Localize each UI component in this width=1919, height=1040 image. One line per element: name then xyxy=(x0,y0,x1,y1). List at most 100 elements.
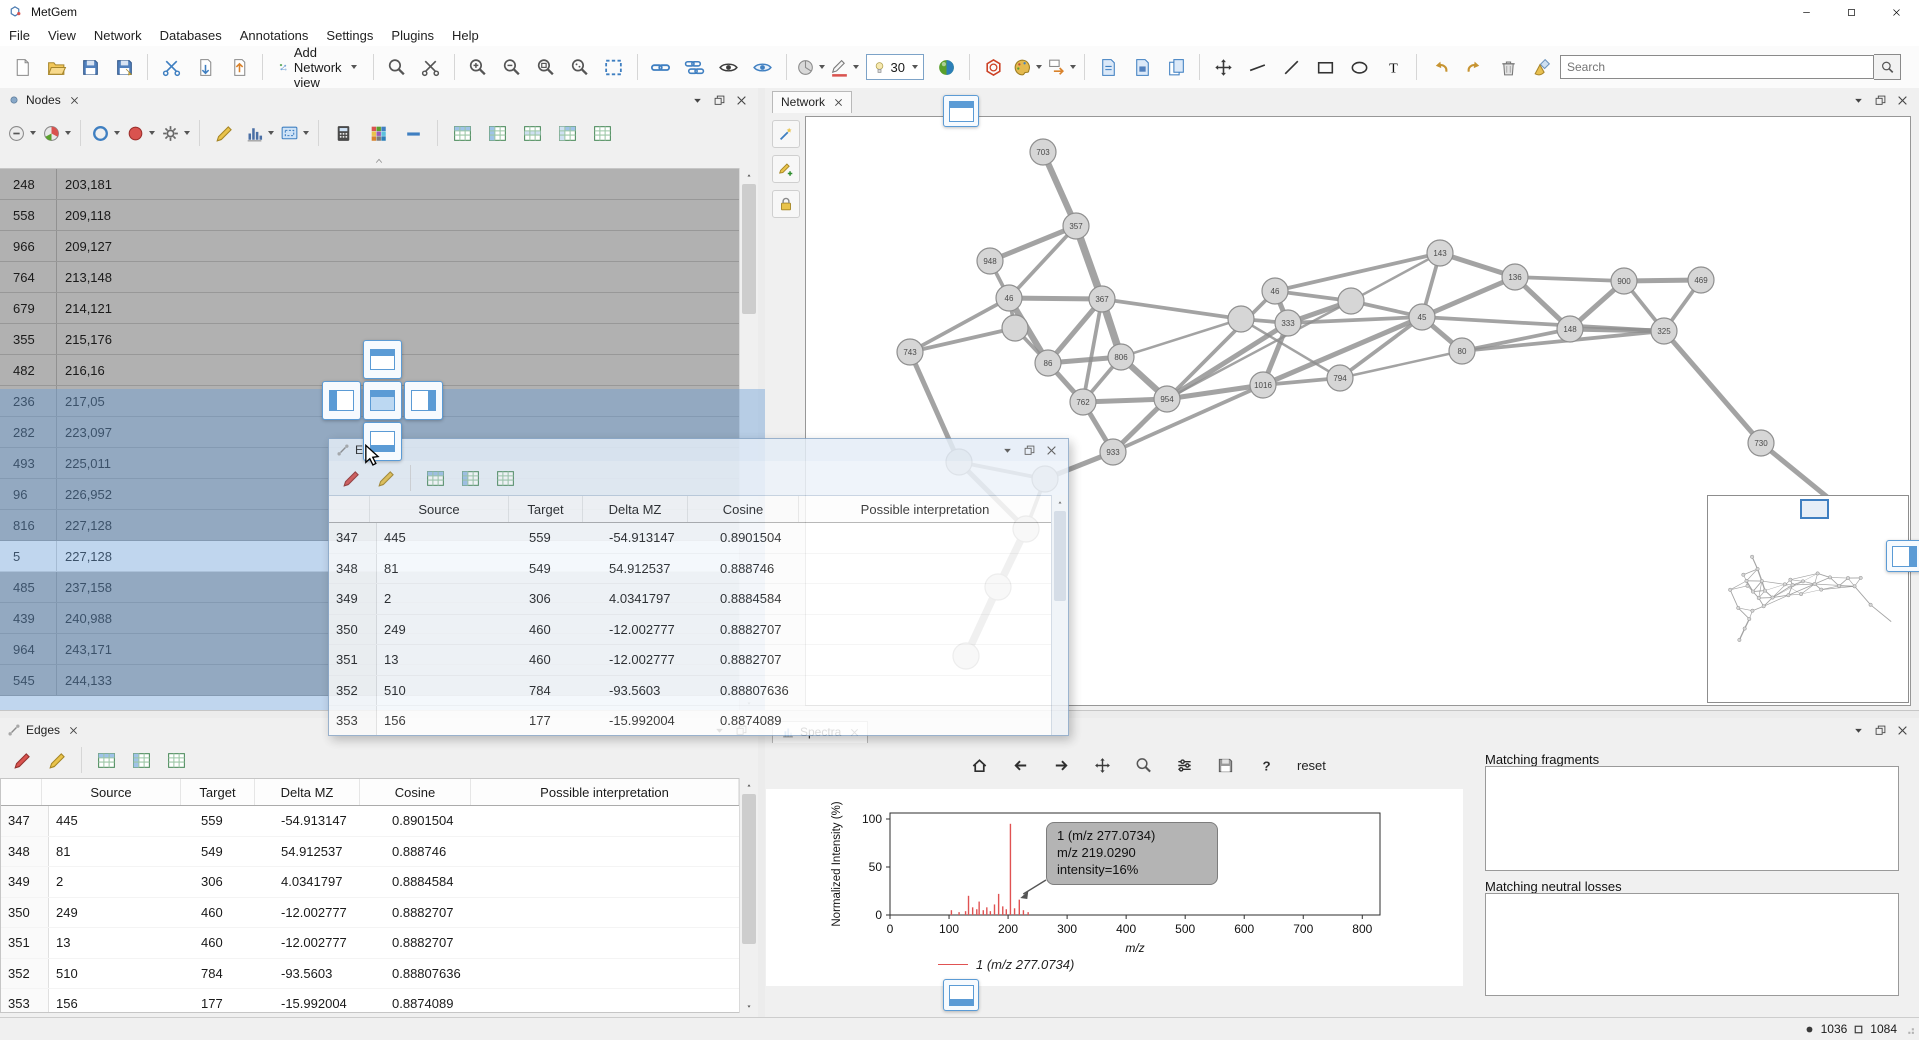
eye-dark-button[interactable] xyxy=(713,51,745,83)
graph-node[interactable]: 325 xyxy=(1651,318,1677,344)
dropdown-arrow-icon[interactable] xyxy=(303,131,309,135)
edges-table-row[interactable]: 34923064.03417970.8884584 xyxy=(1,867,739,898)
cell-c1[interactable]: 2 xyxy=(49,867,194,897)
menu-help[interactable]: Help xyxy=(443,26,488,45)
edges-table-row[interactable]: 347445559-54.9131470.8901504 xyxy=(329,523,1052,554)
annotate-button[interactable] xyxy=(772,155,800,183)
cell-c2[interactable]: 460 xyxy=(194,898,274,928)
cell-c1[interactable]: 2 xyxy=(377,584,522,614)
cell-c4[interactable]: 0.8874089 xyxy=(385,989,502,1013)
links-button[interactable] xyxy=(679,51,711,83)
text-button[interactable]: T xyxy=(1377,51,1409,83)
graph-node[interactable]: 1016 xyxy=(1250,372,1276,398)
node-mz-value[interactable]: 213,148 xyxy=(57,262,740,292)
minimap-viewport[interactable] xyxy=(1800,499,1829,519)
cell-c3[interactable]: -54.913147 xyxy=(602,523,713,553)
node-row-id[interactable]: 966 xyxy=(0,231,57,261)
node-row-id[interactable]: 764 xyxy=(0,262,57,292)
graph-node[interactable]: 86 xyxy=(1035,350,1061,376)
chart-bars-button[interactable] xyxy=(243,116,275,150)
floating-close-icon[interactable] xyxy=(1046,445,1057,456)
table-headers-button[interactable] xyxy=(446,116,478,150)
cell-c5[interactable] xyxy=(502,928,739,958)
scroll-up-button[interactable] xyxy=(740,778,758,792)
save-edit-button[interactable] xyxy=(108,51,140,83)
node-row-id[interactable]: 558 xyxy=(0,200,57,230)
menu-view[interactable]: View xyxy=(39,26,85,45)
link-button[interactable] xyxy=(645,51,677,83)
cell-c2[interactable]: 460 xyxy=(522,615,602,645)
eye-blue-button[interactable] xyxy=(747,51,779,83)
dropdown-arrow-icon[interactable] xyxy=(184,131,190,135)
pencil-red-button[interactable] xyxy=(335,462,367,494)
cell-c1[interactable]: 156 xyxy=(377,706,522,735)
calculator-button[interactable] xyxy=(327,116,359,150)
graph-node[interactable]: 46 xyxy=(996,285,1022,311)
graph-node[interactable]: 794 xyxy=(1327,365,1353,391)
pie-colors-button[interactable] xyxy=(40,116,72,150)
cell-c3[interactable]: -12.002777 xyxy=(274,928,385,958)
nodes-collapse-strip[interactable] xyxy=(0,154,758,168)
spectra-dock-float-icon[interactable] xyxy=(1875,725,1886,736)
doc-save-blue-button[interactable] xyxy=(1126,51,1158,83)
open-folder-button[interactable] xyxy=(40,51,72,83)
scissors-dark-button[interactable] xyxy=(415,51,447,83)
cell-c0[interactable]: 352 xyxy=(1,959,49,989)
nodes-table-row[interactable]: 966209,127 xyxy=(0,231,740,262)
cell-c4[interactable]: 0.8901504 xyxy=(385,806,502,836)
floating-scrollbar[interactable] xyxy=(1051,495,1068,735)
cell-c1[interactable]: 13 xyxy=(377,645,522,675)
cell-c3[interactable]: -15.992004 xyxy=(274,989,385,1013)
gear-button[interactable] xyxy=(159,116,191,150)
line-diag-button[interactable] xyxy=(1275,51,1307,83)
node-row-id[interactable]: 355 xyxy=(0,324,57,354)
cell-c2[interactable]: 177 xyxy=(194,989,274,1013)
cell-c1[interactable]: 249 xyxy=(377,615,522,645)
rect-button[interactable] xyxy=(1309,51,1341,83)
graph-node[interactable]: 762 xyxy=(1070,389,1096,415)
cell-c2[interactable]: 784 xyxy=(522,676,602,706)
floating-edges-panel[interactable]: Edges SourceTargetDelta MZCosinePossible… xyxy=(328,438,1069,736)
cell-c3[interactable]: -93.5603 xyxy=(602,676,713,706)
cell-c0[interactable]: 351 xyxy=(1,928,49,958)
minimize-button[interactable] xyxy=(1784,0,1829,24)
save-button[interactable] xyxy=(74,51,106,83)
floating-panel-header[interactable]: Edges xyxy=(329,439,1068,461)
column-header-target[interactable]: Target xyxy=(509,496,583,522)
column-header-delta-mz[interactable]: Delta MZ xyxy=(255,779,360,805)
table-cols-button[interactable] xyxy=(125,744,157,776)
nodes-table-row[interactable]: 764213,148 xyxy=(0,262,740,293)
network-tab-close-icon[interactable] xyxy=(834,98,843,107)
nodes-table-row[interactable]: 558209,118 xyxy=(0,200,740,231)
pen-color-button[interactable] xyxy=(828,51,860,83)
edges-table-row[interactable]: 35113460-12.0027770.8882707 xyxy=(329,645,1052,676)
graph-node[interactable]: 80 xyxy=(1449,338,1475,364)
magnifier-button[interactable] xyxy=(381,51,413,83)
palette-button[interactable] xyxy=(1011,51,1043,83)
help-button[interactable]: ? xyxy=(1250,750,1282,780)
cell-c5[interactable] xyxy=(830,584,1052,614)
cell-c4[interactable]: 0.8882707 xyxy=(713,645,830,675)
line-button[interactable] xyxy=(1241,51,1273,83)
cell-c5[interactable] xyxy=(502,959,739,989)
table-grid-button[interactable] xyxy=(489,462,521,494)
cell-c3[interactable]: 54.912537 xyxy=(274,837,385,867)
graph-node[interactable]: 45 xyxy=(1409,304,1435,330)
sliders-button[interactable] xyxy=(1168,750,1200,780)
neighbors-count-spinner[interactable]: 30 xyxy=(866,54,924,80)
cell-c2[interactable]: 559 xyxy=(194,806,274,836)
cell-c3[interactable]: -12.002777 xyxy=(602,645,713,675)
floating-dock-icon[interactable] xyxy=(1024,445,1035,456)
cell-c3[interactable]: -15.992004 xyxy=(602,706,713,735)
graph-node[interactable]: 367 xyxy=(1089,286,1115,312)
scroll-down-button[interactable] xyxy=(740,999,758,1013)
cell-c0[interactable]: 347 xyxy=(329,523,377,553)
cell-c5[interactable] xyxy=(830,615,1052,645)
search-input[interactable] xyxy=(1560,55,1874,79)
cell-c0[interactable]: 353 xyxy=(1,989,49,1013)
edges-table-row[interactable]: 34923064.03417970.8884584 xyxy=(329,584,1052,615)
redo-button[interactable] xyxy=(1458,51,1490,83)
graph-node[interactable]: 703 xyxy=(1030,139,1056,165)
ellipse-button[interactable] xyxy=(1343,51,1375,83)
resize-grip[interactable] xyxy=(1902,1022,1916,1036)
